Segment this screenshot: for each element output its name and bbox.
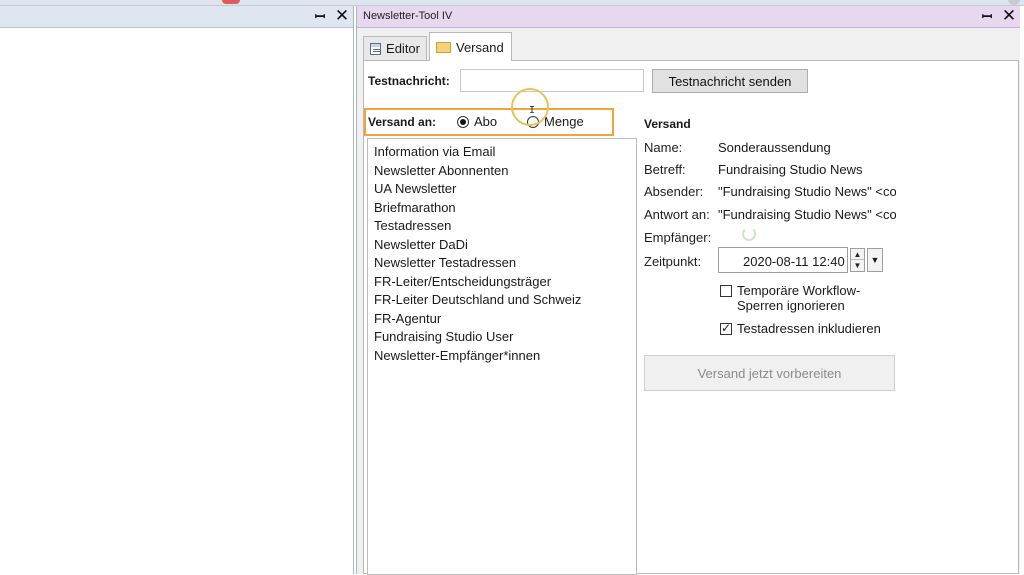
- pin-icon[interactable]: ꟷ: [312, 8, 328, 24]
- list-item[interactable]: Newsletter-Empfänger*innen: [374, 347, 636, 366]
- top-indicator: [222, 0, 240, 4]
- envelope-icon: [436, 41, 451, 53]
- checkbox-label-line2: Sperren ignorieren: [737, 298, 845, 313]
- zeitpunkt-label: Zeitpunkt:: [644, 254, 702, 269]
- tab-label: Versand: [456, 39, 504, 55]
- text-cursor-icon: I: [529, 105, 536, 116]
- betreff-value: Fundraising Studio News: [718, 162, 863, 177]
- recipients-list[interactable]: Information via Email Newsletter Abonnen…: [367, 138, 637, 575]
- pin-icon[interactable]: ꟷ: [979, 8, 995, 24]
- close-icon[interactable]: ✕: [334, 7, 350, 24]
- list-item[interactable]: FR-Leiter Deutschland und Schweiz: [374, 291, 636, 310]
- absender-value: "Fundraising Studio News" <co: [718, 184, 896, 199]
- tool-title-bar: Newsletter-Tool IV ꟷ ✕: [357, 6, 1020, 28]
- name-label: Name:: [644, 140, 683, 155]
- spin-up-icon[interactable]: ▲: [851, 249, 864, 260]
- antwort-label: Antwort an:: [644, 207, 710, 222]
- list-item[interactable]: Fundraising Studio User: [374, 328, 636, 347]
- close-icon[interactable]: ✕: [1001, 7, 1017, 24]
- test-message-input[interactable]: [460, 69, 644, 92]
- testadressen-checkbox[interactable]: Testadressen inkludieren: [720, 321, 881, 336]
- datetime-picker[interactable]: 2020-08-11 12:40: [718, 247, 848, 273]
- versand-details: Versand Name: Sonderaussendung Betreff: …: [644, 61, 1020, 575]
- workflow-checkbox[interactable]: Temporäre Workflow- Sperren ignorieren: [720, 283, 860, 313]
- radio-abo[interactable]: Abo: [457, 114, 497, 129]
- list-item[interactable]: Newsletter Testadressen: [374, 254, 636, 273]
- name-value: Sonderaussendung: [718, 140, 831, 155]
- spin-down-icon[interactable]: ▼: [851, 260, 864, 271]
- versand-tab-content: Testnachricht: Testnachricht senden Vers…: [363, 60, 1020, 575]
- editor-icon: [370, 42, 382, 55]
- section-title: Versand: [644, 117, 691, 131]
- absender-label: Absender:: [644, 184, 704, 199]
- tab-label: Editor: [386, 41, 420, 56]
- tab-editor[interactable]: Editor: [363, 36, 427, 60]
- left-panel-title-bar: ꟷ ✕: [0, 6, 353, 28]
- radio-label: Menge: [544, 114, 584, 129]
- list-item[interactable]: UA Newsletter: [374, 180, 636, 199]
- datetime-spinner[interactable]: ▲ ▼: [850, 248, 865, 272]
- prepare-send-button[interactable]: Versand jetzt vorbereiten: [644, 355, 895, 391]
- betreff-label: Betreff:: [644, 162, 686, 177]
- tab-versand[interactable]: Versand: [429, 32, 512, 61]
- list-item[interactable]: Testadressen: [374, 217, 636, 236]
- list-item[interactable]: FR-Agentur: [374, 310, 636, 329]
- left-panel: ꟷ ✕: [0, 6, 354, 574]
- empfaenger-label: Empfänger:: [644, 230, 712, 245]
- datetime-value: 2020-08-11 12:40: [743, 254, 845, 269]
- checkbox-label-line1: Temporäre Workflow-: [737, 283, 861, 298]
- radio-button-checked[interactable]: [457, 115, 469, 128]
- list-item[interactable]: Newsletter Abonnenten: [374, 162, 636, 181]
- antwort-value: "Fundraising Studio News" <co: [718, 207, 896, 222]
- window-title: Newsletter-Tool IV: [363, 10, 453, 22]
- list-item[interactable]: Information via Email: [374, 143, 636, 162]
- checkbox-label: Temporäre Workflow- Sperren ignorieren: [737, 283, 860, 313]
- test-message-label: Testnachricht:: [368, 74, 450, 88]
- scroll-indicator: [1008, 0, 1020, 5]
- newsletter-tool-window: Newsletter-Tool IV ꟷ ✕ Editor Versand Te…: [356, 6, 1020, 575]
- checkbox-checked[interactable]: [720, 321, 732, 335]
- list-item[interactable]: Briefmarathon: [374, 199, 636, 218]
- checkbox-label: Testadressen inkludieren: [737, 321, 881, 336]
- chevron-down-icon: ▼: [870, 255, 880, 265]
- calendar-dropdown-button[interactable]: ▼: [867, 248, 883, 272]
- loading-icon: [742, 227, 756, 241]
- checkbox[interactable]: [720, 285, 732, 297]
- list-item[interactable]: FR-Leiter/Entscheidungsträger: [374, 273, 636, 292]
- list-item[interactable]: Newsletter DaDi: [374, 236, 636, 255]
- versand-an-label: Versand an:: [368, 115, 437, 129]
- radio-label: Abo: [474, 114, 498, 129]
